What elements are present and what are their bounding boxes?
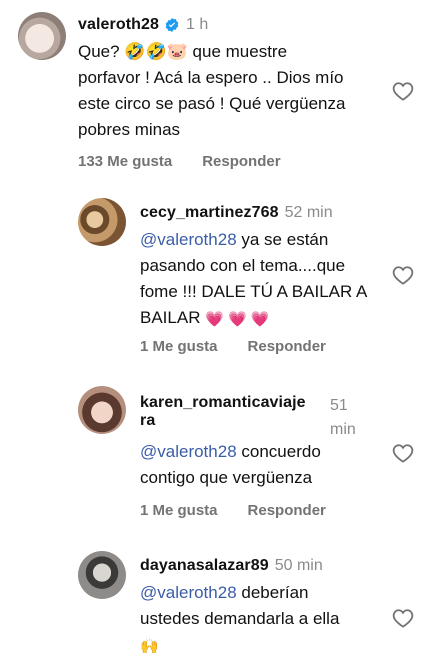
comment-text: @valeroth28 ya se están pasando con el t… (140, 227, 390, 331)
comment-text-line: ustedes demandarla a ella (140, 609, 340, 628)
comment-meta: 1 Me gusta Responder (140, 338, 326, 355)
avatar[interactable] (18, 12, 66, 60)
mention-link[interactable]: @valeroth28 (140, 442, 237, 461)
comment-username[interactable]: cecy_martinez768 (140, 204, 279, 222)
comment-text: @valeroth28 deberían ustedes demandarla … (140, 580, 390, 658)
comment-time: 50 min (274, 557, 323, 574)
comment-username[interactable]: karen_romanticaviaje ra (140, 394, 330, 430)
like-heart-icon[interactable] (392, 608, 414, 628)
reply-button[interactable]: Responder (248, 502, 326, 519)
likes-count[interactable]: 1 Me gusta (140, 502, 218, 519)
avatar[interactable] (78, 551, 126, 599)
comment-time: 51 min (330, 397, 356, 438)
comment-text-line: ya se están (236, 230, 329, 249)
likes-count[interactable]: 133 Me gusta (78, 153, 172, 170)
comment-username[interactable]: dayanasalazar89 (140, 557, 269, 575)
comment-text-line: deberían (236, 583, 309, 602)
like-heart-icon[interactable] (392, 443, 414, 463)
comment-text-line: contigo que vergüenza (140, 468, 313, 487)
comment-text-line: BAILAR (140, 308, 201, 327)
comment-header: karen_romanticaviaje ra (140, 394, 330, 430)
comment-header: cecy_martinez768 52 min (140, 204, 333, 222)
mention-link[interactable]: @valeroth28 (140, 583, 237, 602)
like-heart-icon[interactable] (392, 265, 414, 285)
verified-badge-icon (164, 17, 180, 33)
comment-text: Que? 🤣🤣🐷 que muestre porfavor ! Acá la e… (78, 39, 378, 143)
comment-text-line: pasando con el tema....que (140, 256, 346, 275)
avatar[interactable] (78, 198, 126, 246)
raising-hands-emoji-icon: 🙌 (140, 638, 159, 655)
comment-header: dayanasalazar89 50 min (140, 557, 323, 575)
like-heart-icon[interactable] (392, 81, 414, 101)
avatar[interactable] (78, 386, 126, 434)
comment-header: valeroth28 1 h (78, 16, 208, 34)
comment-time: 1 h (186, 16, 209, 33)
comment-username[interactable]: valeroth28 (78, 16, 159, 34)
comment-text: @valeroth28 concuerdo contigo que vergüe… (140, 439, 390, 491)
comment-text-line: este circo se pasó ! Qué vergüenza (78, 94, 346, 113)
comment-text-line: fome !!! DALE TÚ A BAILAR A (140, 282, 368, 301)
comment-time: 52 min (284, 204, 333, 221)
comment-text-line: Que? 🤣🤣🐷 que muestre (78, 42, 288, 61)
heart-emoji-icon: 💗 💗 💗 (205, 311, 270, 328)
reply-button[interactable]: Responder (248, 338, 326, 355)
mention-link[interactable]: @valeroth28 (140, 230, 237, 249)
reply-button[interactable]: Responder (202, 153, 280, 170)
likes-count[interactable]: 1 Me gusta (140, 338, 218, 355)
comment-text-line: porfavor ! Acá la espero .. Dios mío (78, 68, 344, 87)
comment-text-line: concuerdo (236, 442, 321, 461)
comment-meta: 133 Me gusta Responder (78, 153, 281, 170)
comment-text-line: pobres minas (78, 120, 181, 139)
comment-meta: 1 Me gusta Responder (140, 502, 326, 519)
